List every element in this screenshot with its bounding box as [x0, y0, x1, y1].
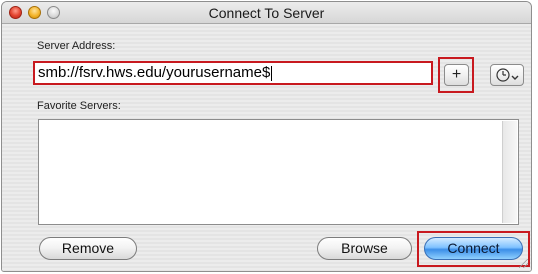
remove-button[interactable]: Remove	[39, 237, 137, 260]
title-bar[interactable]: Connect To Server	[2, 2, 531, 24]
connect-button[interactable]: Connect	[424, 237, 523, 260]
connect-to-server-window: Connect To Server Server Address: smb://…	[1, 1, 532, 272]
window-title: Connect To Server	[208, 5, 325, 21]
server-address-input[interactable]: smb://fsrv.hws.edu/yourusername$	[33, 61, 433, 85]
favorite-servers-list[interactable]	[38, 119, 519, 225]
server-address-value: smb://fsrv.hws.edu/yourusername$	[38, 64, 271, 81]
text-caret	[271, 65, 273, 81]
browse-button[interactable]: Browse	[317, 237, 412, 260]
clock-chevron-icon	[496, 68, 519, 82]
add-favorite-button[interactable]: +	[444, 64, 469, 86]
favorites-scrollbar[interactable]	[502, 121, 517, 223]
server-address-label: Server Address:	[37, 40, 116, 52]
recent-servers-button[interactable]	[490, 64, 524, 86]
resize-grip-icon[interactable]	[519, 259, 528, 268]
favorite-servers-label: Favorite Servers:	[37, 100, 121, 112]
